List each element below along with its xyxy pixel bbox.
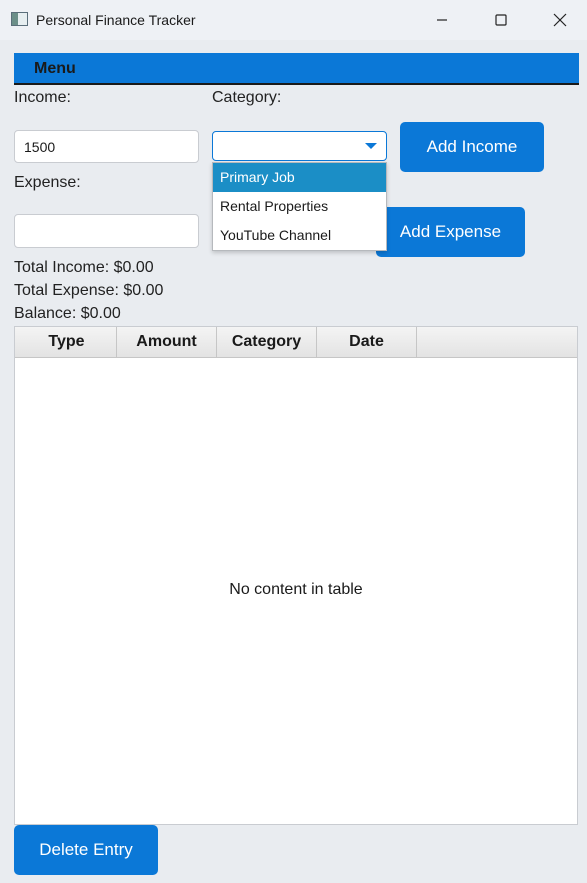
maximize-icon	[495, 14, 507, 26]
window-title: Personal Finance Tracker	[36, 12, 196, 28]
table-header: Type Amount Category Date	[15, 327, 577, 358]
column-header-amount[interactable]: Amount	[117, 327, 217, 357]
delete-entry-button[interactable]: Delete Entry	[14, 825, 158, 875]
app-icon	[11, 12, 28, 26]
add-income-button[interactable]: Add Income	[400, 122, 544, 172]
category-dropdown-list: Primary Job Rental Properties YouTube Ch…	[212, 162, 387, 251]
dropdown-option-primary-job[interactable]: Primary Job	[213, 163, 386, 192]
column-header-date[interactable]: Date	[317, 327, 417, 357]
entries-table[interactable]: Type Amount Category Date No content in …	[14, 326, 578, 825]
income-label: Income:	[14, 89, 71, 106]
total-expense-text: Total Expense: $0.00	[14, 282, 164, 299]
dropdown-option-youtube-channel[interactable]: YouTube Channel	[213, 221, 386, 250]
column-header-category[interactable]: Category	[217, 327, 317, 357]
add-expense-button[interactable]: Add Expense	[376, 207, 525, 257]
total-income-text: Total Income: $0.00	[14, 259, 154, 276]
column-header-type[interactable]: Type	[17, 327, 117, 357]
maximize-button[interactable]	[472, 0, 530, 40]
category-label: Category:	[212, 89, 282, 106]
expense-input[interactable]	[14, 214, 199, 248]
balance-text: Balance: $0.00	[14, 305, 121, 322]
minimize-button[interactable]	[413, 0, 471, 40]
income-input[interactable]: 1500	[14, 130, 199, 163]
menu-bar: Menu	[14, 53, 579, 85]
expense-label: Expense:	[14, 174, 81, 191]
minimize-icon	[437, 19, 447, 21]
close-icon	[553, 13, 567, 27]
table-empty-message: No content in table	[229, 581, 363, 598]
menu-item-menu[interactable]: Menu	[34, 60, 76, 78]
category-select[interactable]	[212, 131, 387, 161]
dropdown-option-rental-properties[interactable]: Rental Properties	[213, 192, 386, 221]
chevron-down-icon	[365, 143, 377, 149]
close-button[interactable]	[531, 0, 587, 40]
title-bar: Personal Finance Tracker	[0, 0, 587, 40]
